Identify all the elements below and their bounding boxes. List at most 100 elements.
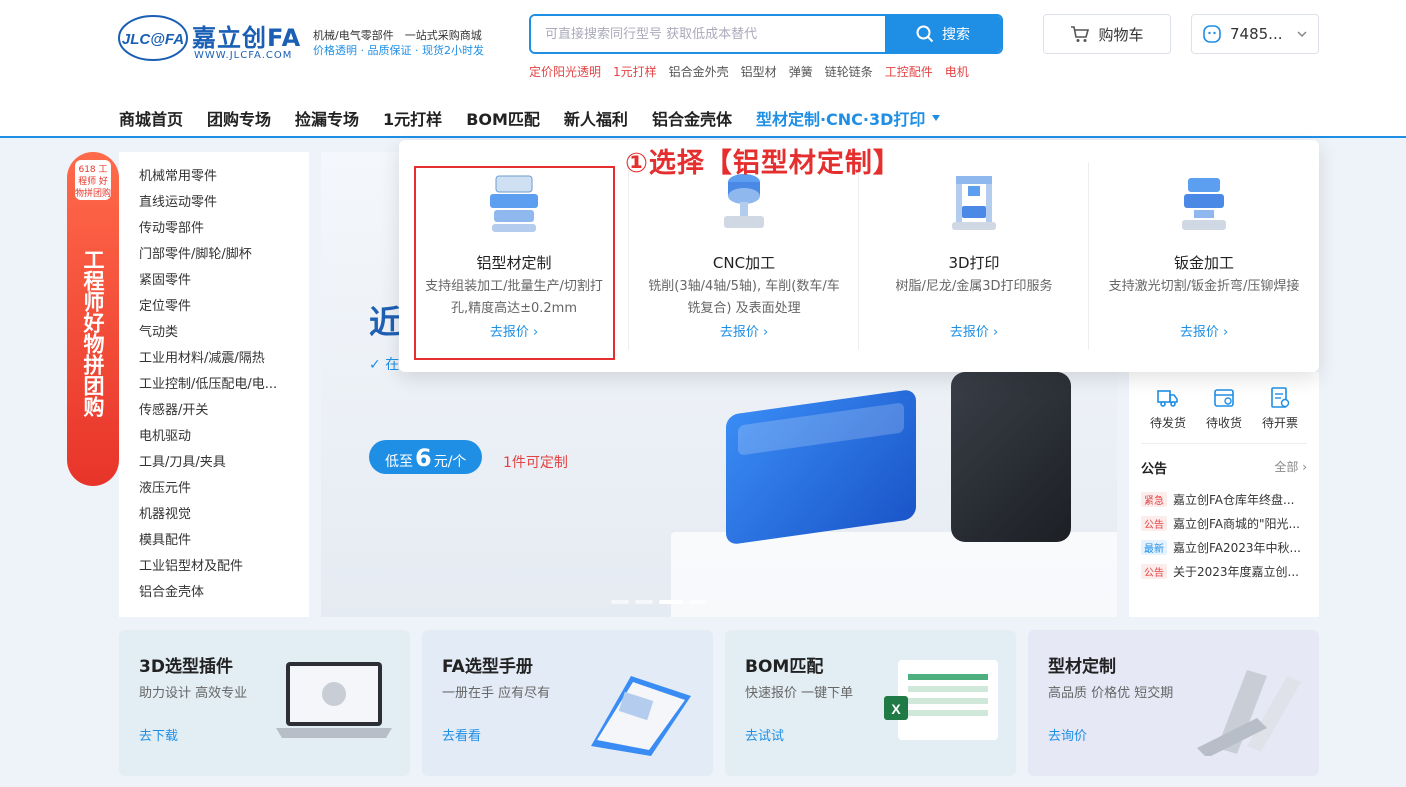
blue-enclosure-image: [726, 388, 916, 546]
notice-item[interactable]: 公告 嘉立创FA商城的"阳光...: [1141, 511, 1307, 535]
quote-link[interactable]: 去报价 ›: [1089, 321, 1319, 340]
price-suffix: 元/个: [433, 454, 467, 470]
notice-all-link[interactable]: 全部 ›: [1274, 458, 1307, 477]
category-item[interactable]: 定位零件: [139, 294, 309, 320]
hot-keyword[interactable]: 铝型材: [741, 63, 777, 80]
card-profile-custom[interactable]: 型材定制 高品质 价格优 短交期 去询价: [1028, 630, 1319, 776]
notice-item[interactable]: 最新 嘉立创FA2023年中秋...: [1141, 535, 1307, 559]
card-3d-plugin[interactable]: 3D选型插件 助力设计 高效专业 去下载: [119, 630, 410, 776]
order-label: 待收货: [1205, 416, 1242, 430]
hot-keyword[interactable]: 弹簧: [789, 63, 813, 80]
card-link[interactable]: 去询价: [1048, 725, 1087, 744]
nav-item[interactable]: 商城首页: [119, 106, 183, 130]
hero-headline: 近: [369, 303, 402, 341]
cart-button[interactable]: 购物车: [1043, 14, 1171, 54]
nav-item[interactable]: 1元打样: [383, 106, 442, 130]
dropdown-item-desc: 支持激光切割/钣金折弯/压铆焊接: [1108, 279, 1300, 294]
carousel-dot[interactable]: [611, 600, 629, 604]
sheet-metal-icon: [1182, 178, 1226, 230]
category-item[interactable]: 门部零件/脚轮/脚杯: [139, 242, 309, 268]
cart-icon: [1071, 26, 1090, 42]
notice-text: 嘉立创FA商城的"阳光...: [1173, 516, 1300, 531]
notice-title: 公告: [1141, 462, 1168, 477]
aluminum-profile-illustration: [1197, 670, 1301, 756]
notice-text: 嘉立创FA2023年中秋...: [1173, 540, 1301, 555]
svg-text:X: X: [891, 701, 901, 717]
card-link[interactable]: 去看看: [442, 725, 481, 744]
main-nav: 商城首页 团购专场 捡漏专场 1元打样 BOM匹配 新人福利 铝合金壳体 型材定…: [119, 106, 941, 130]
tagline-secondary: 价格透明 · 品质保证 · 现货2小时发: [313, 44, 484, 57]
category-item[interactable]: 工业用材料/减震/隔热: [139, 346, 309, 372]
notice-text: 关于2023年度嘉立创...: [1173, 564, 1299, 579]
category-item[interactable]: 机械常用零件: [139, 164, 309, 190]
site-header: JLC@FA 嘉立创FA WWW.JLCFA.COM 机械/电气零部件 一站式采…: [0, 0, 1406, 138]
quote-link[interactable]: 去报价 ›: [859, 321, 1089, 340]
category-item[interactable]: 紧固零件: [139, 268, 309, 294]
hot-keyword[interactable]: 电机: [945, 63, 969, 80]
nav-item[interactable]: 铝合金壳体: [652, 106, 732, 130]
hot-keyword[interactable]: 工控配件: [885, 63, 933, 80]
hot-keyword[interactable]: 定价阳光透明: [529, 63, 601, 80]
dropdown-item-sheet-metal[interactable]: 钣金加工 支持激光切割/钣金折弯/压铆焊接 去报价 ›: [1089, 140, 1319, 372]
card-title: 型材定制: [1048, 657, 1116, 677]
category-item[interactable]: 液压元件: [139, 476, 309, 502]
category-item[interactable]: 工业控制/低压配电/电...: [139, 372, 309, 398]
notice-tag: 公告: [1141, 515, 1167, 531]
card-title: FA选型手册: [442, 657, 533, 677]
category-item[interactable]: 气动类: [139, 320, 309, 346]
order-pending-receive[interactable]: 待收货: [1199, 386, 1249, 431]
card-bom-match[interactable]: BOM匹配 快速报价 一键下单 去试试 X: [725, 630, 1016, 776]
order-pending-invoice[interactable]: 待开票: [1255, 386, 1305, 431]
price-note: 1件可定制: [503, 455, 568, 471]
promo-badge: 618 工程师 好物拼团购: [75, 160, 111, 200]
jlcfa-logo[interactable]: JLC@FA: [118, 14, 188, 62]
quote-link-label: 去报价: [1179, 325, 1219, 340]
order-shortcuts: 待发货 待收货 待开票: [1141, 386, 1307, 444]
notice-item[interactable]: 公告 关于2023年度嘉立创...: [1141, 559, 1307, 583]
brand-name[interactable]: 嘉立创FA: [192, 18, 301, 53]
order-pending-ship[interactable]: 待发货: [1143, 386, 1193, 431]
truck-icon: [1157, 390, 1178, 407]
carousel-dot[interactable]: [635, 600, 653, 604]
category-item[interactable]: 铝合金壳体: [139, 580, 309, 606]
tagline-primary: 机械/电气零部件 一站式采购商城: [313, 29, 482, 42]
nav-item[interactable]: 捡漏专场: [295, 106, 359, 130]
laptop-illustration: [276, 662, 392, 738]
card-link[interactable]: 去下载: [139, 725, 178, 744]
search-button[interactable]: 搜索: [885, 16, 1001, 52]
dropdown-item-desc: 铣削(3轴/4轴/5轴), 车削(数车/车铣复合) 及表面处理: [648, 279, 840, 316]
carousel-dot[interactable]: [689, 600, 707, 604]
user-menu[interactable]: 7485...: [1191, 14, 1319, 54]
nav-item[interactable]: BOM匹配: [466, 106, 540, 130]
order-label: 待发货: [1149, 416, 1186, 430]
nav-item[interactable]: 团购专场: [207, 106, 271, 130]
category-item[interactable]: 模具配件: [139, 528, 309, 554]
category-item[interactable]: 传感器/开关: [139, 398, 309, 424]
carousel-dot-active[interactable]: [659, 600, 683, 604]
promo-vertical-banner[interactable]: 618 工程师 好物拼团购 工程师好物拼团购: [67, 152, 119, 486]
nav-item-active[interactable]: 型材定制·CNC·3D打印: [756, 106, 941, 130]
search-input[interactable]: [531, 16, 887, 52]
category-item[interactable]: 机器视觉: [139, 502, 309, 528]
package-icon: [1214, 389, 1234, 407]
category-item[interactable]: 工业铝型材及配件: [139, 554, 309, 580]
category-item[interactable]: 工具/刀具/夹具: [139, 450, 309, 476]
card-fa-manual[interactable]: FA选型手册 一册在手 应有尽有 去看看: [422, 630, 713, 776]
search-icon: [916, 25, 934, 43]
card-subtitle: 快速报价 一键下单: [745, 686, 854, 701]
black-enclosure-image: [951, 372, 1071, 542]
category-item[interactable]: 传动零部件: [139, 216, 309, 242]
dropdown-item-title: 钣金加工: [1173, 254, 1234, 272]
category-item[interactable]: 电机驱动: [139, 424, 309, 450]
notice-item[interactable]: 紧急 嘉立创FA仓库年终盘...: [1141, 487, 1307, 511]
hot-keyword[interactable]: 链轮链条: [825, 63, 873, 80]
card-link[interactable]: 去试试: [745, 725, 784, 744]
notice-tag: 公告: [1141, 563, 1167, 579]
card-title: 3D选型插件: [139, 657, 233, 677]
hot-keyword[interactable]: 铝合金外壳: [669, 63, 729, 80]
quote-link[interactable]: 去报价 ›: [629, 321, 859, 340]
hot-keyword[interactable]: 1元打样: [613, 63, 657, 80]
user-id: 7485...: [1230, 25, 1283, 43]
nav-item[interactable]: 新人福利: [564, 106, 628, 130]
category-item[interactable]: 直线运动零件: [139, 190, 309, 216]
